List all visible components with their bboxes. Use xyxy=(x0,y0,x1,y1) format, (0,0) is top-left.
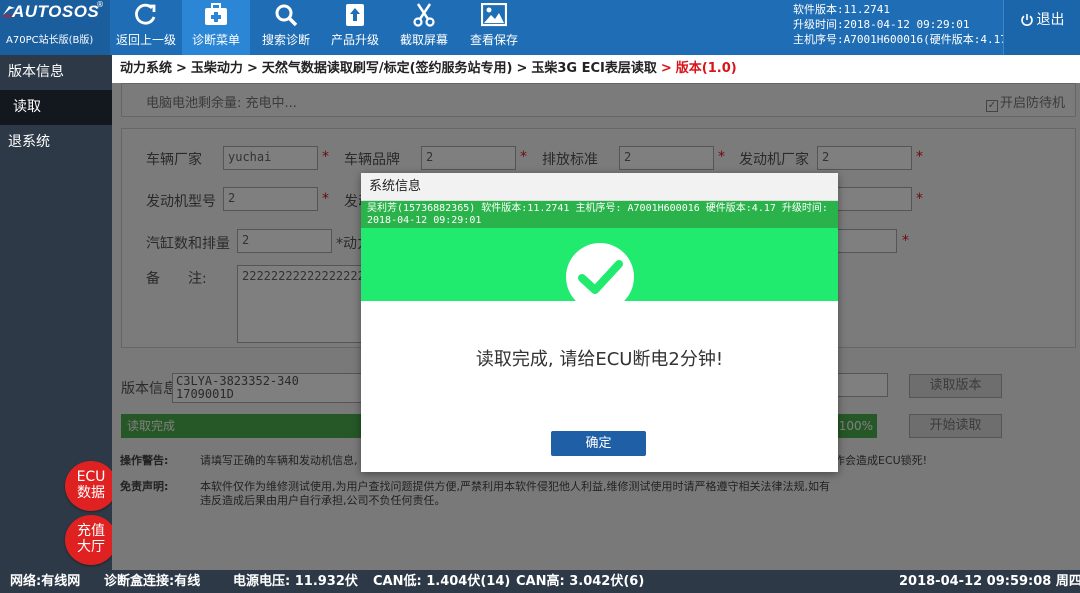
logo-subtitle: A70PC站长版(B版) xyxy=(6,35,94,46)
power-icon xyxy=(1020,14,1033,26)
search-diagnosis-button[interactable]: 搜索诊断 xyxy=(252,0,320,55)
breadcrumb: 动力系统 > 玉柴动力 > 天然气数据读取刷写/标定(签约服务站专用) > 玉柴3G ECI… xyxy=(112,55,1080,83)
ecu-data-label-1: ECU xyxy=(76,469,106,485)
sidebar-item-label: 读取 xyxy=(13,99,41,115)
ecu-data-label-2: 数据 xyxy=(77,485,105,501)
refresh-back-icon xyxy=(135,3,156,25)
exit-label: 退出 xyxy=(1036,12,1065,28)
view-saved-label: 查看保存 xyxy=(469,33,518,47)
system-info-dialog: 系统信息 吴利芳(15736882365) 软件版本:11.2741 主机序号:… xyxy=(361,173,838,472)
image-icon xyxy=(481,3,507,27)
registered-mark: ® xyxy=(96,0,104,9)
upgrade-time: 升级时间:2018-04-12 09:29:01 xyxy=(793,18,970,31)
software-version: 软件版本:11.2741 xyxy=(793,3,890,16)
upload-icon xyxy=(346,4,364,26)
breadcrumb-item[interactable]: 动力系统 xyxy=(120,61,172,76)
product-upgrade-button[interactable]: 产品升级 xyxy=(321,0,389,55)
voltage-status: 电源电压: 11.932伏 xyxy=(233,574,358,589)
network-status: 网络:有线网 xyxy=(10,574,81,589)
back-button[interactable]: 返回上一级 xyxy=(112,0,180,55)
host-serial: 主机序号:A7001H600016(硬件版本:4.17) xyxy=(793,33,1014,46)
recharge-label-1: 充值 xyxy=(77,523,105,539)
search-icon xyxy=(275,4,298,27)
breadcrumb-separator: > xyxy=(176,61,187,76)
sidebar-item-label: 退系统 xyxy=(8,134,50,150)
search-diagnosis-label: 搜索诊断 xyxy=(261,33,310,47)
dialog-message: 读取完成, 请给ECU断电2分钟! xyxy=(475,349,724,370)
back-button-label: 返回上一级 xyxy=(115,33,176,47)
product-upgrade-label: 产品升级 xyxy=(330,33,379,47)
breadcrumb-item[interactable]: 天然气数据读取刷写/标定(签约服务站专用) xyxy=(262,61,513,76)
recharge-label-2: 大厅 xyxy=(77,539,105,555)
dialog-info-line: 吴利芳(15736882365) 软件版本:11.2741 主机序号: A700… xyxy=(361,201,838,228)
medical-kit-icon xyxy=(205,3,227,25)
breadcrumb-separator: > xyxy=(246,61,258,76)
diagnosis-menu-button[interactable]: 诊断菜单 xyxy=(182,0,250,55)
diagnosis-menu-label: 诊断菜单 xyxy=(191,33,240,47)
can-low-status: CAN低: 1.404伏(14) xyxy=(373,574,511,589)
datetime: 2018-04-12 09:59:08 周四 xyxy=(899,574,1080,589)
sidebar: 版本信息 读取 退系统 ECU 数据 充值 大厅 xyxy=(0,55,117,570)
logo-text: AUTOSOS xyxy=(12,2,100,21)
scissors-icon xyxy=(413,3,435,27)
can-high-status: CAN高: 3.042伏(6) xyxy=(516,574,645,589)
sidebar-item-exit-system[interactable]: 退系统 xyxy=(0,125,112,160)
dialog-success-band xyxy=(361,228,838,311)
ecu-data-button[interactable]: ECU 数据 xyxy=(65,461,117,511)
breadcrumb-item[interactable]: 玉柴3G ECI表层读取 xyxy=(531,61,657,76)
top-toolbar: AUTOSOS ® A70PC站长版(B版) 返回上一级 诊断菜单 搜索诊断 产… xyxy=(0,0,1080,55)
view-saved-button[interactable]: 查看保存 xyxy=(460,0,528,55)
check-circle-icon xyxy=(566,243,634,311)
diag-box-status: 诊断盒连接:有线 xyxy=(104,574,201,589)
dialog-title: 系统信息 xyxy=(361,173,838,201)
breadcrumb-current: 版本(1.0) xyxy=(675,61,737,76)
ok-button[interactable]: 确定 xyxy=(551,431,646,456)
breadcrumb-separator: > xyxy=(660,61,672,76)
screenshot-label: 截取屏幕 xyxy=(399,33,448,47)
screenshot-button[interactable]: 截取屏幕 xyxy=(390,0,458,55)
sidebar-item-read[interactable]: 读取 xyxy=(0,90,112,125)
sidebar-item-version-info[interactable]: 版本信息 xyxy=(0,55,112,90)
exit-button[interactable]: 退出 xyxy=(1003,0,1080,55)
breadcrumb-item[interactable]: 玉柴动力 xyxy=(191,61,243,76)
version-info: 软件版本:11.2741 升级时间:2018-04-12 09:29:01 主机… xyxy=(793,2,1013,47)
autosos-logo: AUTOSOS ® A70PC站长版(B版) xyxy=(0,0,110,55)
status-bar: 网络:有线网 诊断盒连接:有线 电源电压: 11.932伏 CAN低: 1.40… xyxy=(0,570,1080,593)
recharge-hall-button[interactable]: 充值 大厅 xyxy=(65,515,117,565)
breadcrumb-separator: > xyxy=(516,61,528,76)
sidebar-item-label: 版本信息 xyxy=(8,64,64,80)
